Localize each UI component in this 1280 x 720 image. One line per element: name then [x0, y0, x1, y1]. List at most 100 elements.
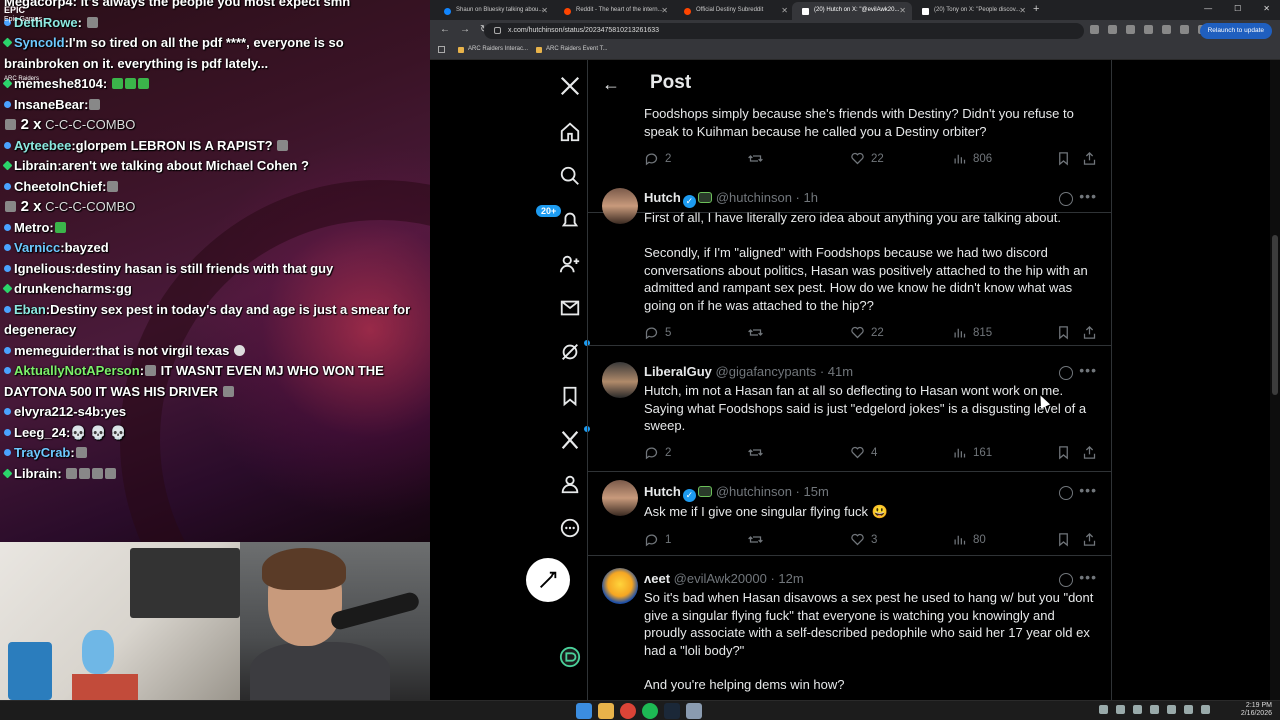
premium-logo-icon[interactable]	[548, 635, 592, 679]
close-icon[interactable]: ✕	[899, 6, 906, 15]
share-button[interactable]	[1082, 445, 1097, 460]
avatar[interactable]	[602, 480, 638, 516]
more-options-icon[interactable]: •••	[1079, 188, 1097, 204]
minimize-icon[interactable]: —	[1204, 4, 1212, 13]
retweet-button[interactable]	[748, 325, 763, 340]
views-button[interactable]: 80	[952, 532, 986, 547]
tab-tony-x[interactable]: (20) Tony on X: "People discov... ✕	[912, 2, 1032, 20]
reply-button[interactable]: 2	[644, 151, 671, 166]
bookmark-button[interactable]	[1056, 445, 1071, 460]
maximize-icon[interactable]: ☐	[1234, 4, 1241, 13]
reply-tweet[interactable]: ʌeet @evilAwk20000 · 12m ••• So it's bad…	[588, 560, 1111, 700]
x-logo-icon[interactable]	[548, 64, 592, 108]
tray-icon[interactable]	[1201, 705, 1210, 714]
more-options-icon[interactable]: •••	[1079, 482, 1097, 498]
tab-destiny-subreddit[interactable]: Official Destiny Subreddit ✕	[674, 2, 794, 20]
scrollbar-thumb[interactable]	[1272, 235, 1278, 395]
site-info-icon[interactable]	[494, 27, 501, 34]
tweet-actions: 1 3 80	[644, 532, 1099, 548]
close-icon[interactable]: ✕	[1019, 6, 1026, 15]
tray-icon[interactable]	[1184, 705, 1193, 714]
tweet-text: So it's bad when Hasan disavows a sex pe…	[644, 590, 1094, 658]
retweet-button[interactable]	[748, 445, 763, 460]
tab-bluesky[interactable]: Shaun on Bluesky talking abou... ✕	[434, 2, 554, 20]
more-icon[interactable]	[548, 506, 592, 550]
tray-icon[interactable]	[1116, 705, 1125, 714]
address-bar[interactable]: x.com/hutchinson/status/2023475810213261…	[484, 23, 1084, 39]
messages-icon[interactable]	[548, 286, 592, 330]
like-button[interactable]: 22	[850, 151, 884, 166]
start-icon[interactable]	[576, 703, 592, 719]
bookmark-button[interactable]	[1056, 325, 1071, 340]
profile-icon[interactable]	[548, 462, 592, 506]
new-tab-button[interactable]: +	[1033, 3, 1039, 15]
bookmark-item[interactable]: ARC Raiders Event T...	[536, 46, 608, 53]
spotify-icon[interactable]	[642, 703, 658, 719]
close-icon[interactable]: ✕	[661, 6, 668, 15]
extension-icon[interactable]	[1162, 25, 1171, 34]
tray-icon[interactable]	[1099, 705, 1108, 714]
back-icon[interactable]: ←	[440, 24, 450, 35]
reply-button[interactable]: 5	[644, 325, 671, 340]
premium-x-icon[interactable]	[548, 418, 592, 462]
forward-icon[interactable]: →	[460, 24, 470, 35]
like-button[interactable]: 4	[850, 445, 877, 460]
close-icon[interactable]: ✕	[541, 6, 548, 15]
grok-icon[interactable]	[1059, 366, 1073, 380]
reply-button[interactable]: 1	[644, 532, 671, 547]
bookmark-item[interactable]: ARC Raiders Interac...	[458, 46, 528, 53]
avatar[interactable]	[602, 362, 638, 398]
grok-icon[interactable]	[1059, 486, 1073, 500]
like-button[interactable]: 3	[850, 532, 877, 547]
share-button[interactable]	[1082, 325, 1097, 340]
extension-icon[interactable]	[1126, 25, 1135, 34]
reply-tweet[interactable]: LiberalGuy @gigafancypants · 41m ••• Hut…	[588, 356, 1111, 472]
relaunch-button[interactable]: Relaunch to update	[1199, 23, 1272, 39]
extension-icon[interactable]	[1090, 25, 1099, 34]
tab-reddit[interactable]: Reddit - The heart of the intern... ✕	[554, 2, 674, 20]
apps-icon[interactable]	[438, 46, 445, 53]
share-button[interactable]	[1082, 151, 1097, 166]
retweet-button[interactable]	[748, 532, 763, 547]
bookmarks-icon[interactable]	[548, 374, 592, 418]
like-button[interactable]: 22	[850, 325, 884, 340]
close-window-icon[interactable]: ✕	[1263, 4, 1270, 13]
more-options-icon[interactable]: •••	[1079, 569, 1097, 585]
views-button[interactable]: 161	[952, 445, 992, 460]
avatar[interactable]	[602, 188, 638, 224]
tray-icon[interactable]	[1167, 705, 1176, 714]
home-icon[interactable]	[548, 110, 592, 154]
share-button[interactable]	[1082, 532, 1097, 547]
steam-icon[interactable]	[664, 703, 680, 719]
settings-icon[interactable]	[686, 703, 702, 719]
back-arrow-icon[interactable]: ←	[602, 74, 620, 95]
extension-icon[interactable]	[1180, 25, 1189, 34]
tab-hutch-x[interactable]: (20) Hutch on X: "@evilAwk20... ✕	[792, 2, 912, 20]
grok-icon[interactable]	[548, 330, 592, 374]
grok-icon[interactable]	[1059, 573, 1073, 587]
browser-window: Shaun on Bluesky talking abou... ✕ Reddit…	[430, 0, 1280, 700]
compose-post-button[interactable]	[526, 558, 570, 602]
search-icon[interactable]	[548, 154, 592, 198]
tray-icon[interactable]	[1133, 705, 1142, 714]
clock[interactable]: 2:19 PM 2/16/2026	[1241, 702, 1272, 718]
extension-icon[interactable]	[1108, 25, 1117, 34]
retweet-button[interactable]	[748, 151, 763, 166]
grok-icon[interactable]	[1059, 192, 1073, 206]
close-icon[interactable]: ✕	[781, 6, 788, 15]
reply-button[interactable]: 2	[644, 445, 671, 460]
bookmark-button[interactable]	[1056, 532, 1071, 547]
chrome-icon[interactable]	[620, 703, 636, 719]
more-options-icon[interactable]: •••	[1079, 362, 1097, 378]
views-button[interactable]: 815	[952, 325, 992, 340]
reply-tweet[interactable]: Hutch ✓ @hutchinson · 15m ••• Ask me if I …	[588, 476, 1111, 556]
extension-icon[interactable]	[1144, 25, 1153, 34]
communities-icon[interactable]	[548, 242, 592, 286]
avatar[interactable]	[602, 568, 638, 604]
reply-tweet[interactable]: Hutch ✓ @hutchinson · 1h ••• First of all,…	[588, 186, 1111, 346]
views-button[interactable]: 806	[952, 151, 992, 166]
bookmark-button[interactable]	[1056, 151, 1071, 166]
page-scrollbar[interactable]	[1270, 60, 1280, 700]
tray-icon[interactable]	[1150, 705, 1159, 714]
file-explorer-icon[interactable]	[598, 703, 614, 719]
